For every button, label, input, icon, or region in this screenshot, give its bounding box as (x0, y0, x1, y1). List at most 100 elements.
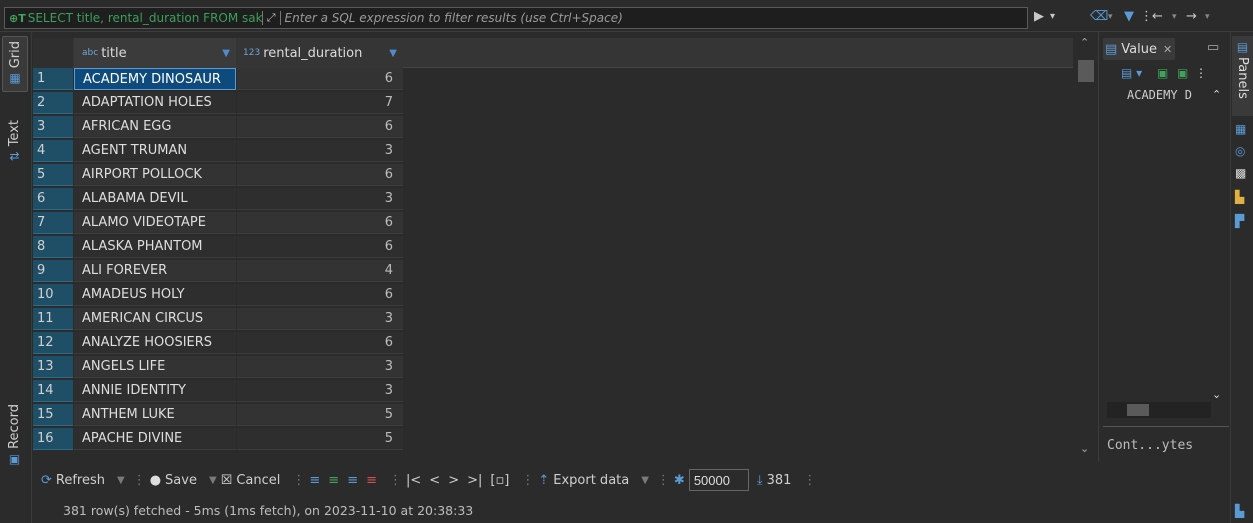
column-header-rental-duration[interactable]: 123 rental_duration ▼ (237, 38, 403, 68)
chevron-down-icon[interactable]: ▾ (1108, 12, 1113, 22)
title-cell[interactable]: AGENT TRUMAN (74, 140, 236, 162)
tab-record[interactable]: Record ▣ (7, 404, 22, 466)
row-number[interactable]: 4 (33, 140, 73, 162)
save-button[interactable]: ● Save (150, 473, 197, 488)
add-row-icon[interactable]: ≡ (328, 473, 339, 488)
panels-tab[interactable]: ▤ Panels (1232, 36, 1253, 116)
rental-duration-cell[interactable]: 5 (237, 404, 403, 426)
apply-filter-icon[interactable]: ▶ (1034, 9, 1044, 24)
title-cell[interactable]: ACADEMY DINOSAUR (74, 68, 236, 90)
properties-icon[interactable]: ▦ (1235, 122, 1246, 136)
filter-icon[interactable]: ▼ (1124, 9, 1134, 24)
row-count-button[interactable]: ⤓ 381 (757, 473, 792, 488)
rental-duration-cell[interactable]: 6 (237, 68, 403, 90)
row-number[interactable]: 11 (33, 308, 73, 330)
table-row[interactable]: 4 AGENT TRUMAN 3 (33, 140, 1073, 162)
title-cell[interactable]: ANGELS LIFE (74, 356, 236, 378)
row-number[interactable]: 2 (33, 92, 73, 114)
delete-row-icon[interactable]: ≡ (366, 473, 377, 488)
filter-input[interactable]: ⊕T SELECT title, rental_duration FROM sa… (4, 7, 1028, 29)
refresh-button[interactable]: ⟳ Refresh (41, 473, 105, 488)
export-data-button[interactable]: ⇡ Export data (538, 473, 629, 488)
table-row[interactable]: 3 AFRICAN EGG 6 (33, 116, 1073, 138)
title-cell[interactable]: ALI FOREVER (74, 260, 236, 282)
rental-duration-cell[interactable]: 6 (237, 332, 403, 354)
query-text[interactable]: SELECT title, rental_duration FROM sakil… (28, 11, 262, 25)
rental-duration-cell[interactable]: 3 (237, 308, 403, 330)
more-icon[interactable]: ⋮ (1195, 66, 1207, 80)
row-number[interactable]: 12 (33, 332, 73, 354)
settings-icon[interactable]: ✱ (674, 473, 685, 488)
previous-page-icon[interactable]: < (429, 473, 440, 488)
row-number[interactable]: 8 (33, 236, 73, 258)
minimize-icon[interactable]: ▭ (1207, 40, 1219, 55)
scrollbar-thumb[interactable] (1127, 404, 1149, 416)
vertical-scrollbar[interactable]: ⌃ ⌄ (1075, 32, 1095, 462)
title-cell[interactable]: AIRPORT POLLOCK (74, 164, 236, 186)
fetch-size-input[interactable] (688, 469, 749, 491)
row-number[interactable]: 3 (33, 116, 73, 138)
last-page-icon[interactable]: >| (467, 473, 482, 488)
rental-duration-cell[interactable]: 6 (237, 284, 403, 306)
expand-icon[interactable]: ⤢ (261, 11, 281, 25)
row-number[interactable]: 13 (33, 356, 73, 378)
row-number[interactable]: 1 (33, 68, 73, 90)
scroll-up-icon[interactable]: ⌃ (1080, 36, 1089, 49)
table-row[interactable]: 9 ALI FOREVER 4 (33, 260, 1073, 282)
row-number[interactable]: 10 (33, 284, 73, 306)
rental-duration-cell[interactable]: 6 (237, 212, 403, 234)
grouping-icon[interactable]: ▩ (1235, 166, 1246, 180)
edit-row-icon[interactable]: ≡ (309, 473, 320, 488)
table-row[interactable]: 5 AIRPORT POLLOCK 6 (33, 164, 1073, 186)
row-number[interactable]: 5 (33, 164, 73, 186)
cancel-button[interactable]: ☒ Cancel (221, 473, 281, 488)
rental-duration-cell[interactable]: 3 (237, 140, 403, 162)
scroll-down-icon[interactable]: ⌄ (1080, 442, 1089, 455)
chevron-down-icon[interactable]: ▾ (1172, 12, 1177, 22)
scroll-up-icon[interactable]: ⌃ (1212, 88, 1221, 101)
title-cell[interactable]: ANTHEM LUKE (74, 404, 236, 426)
first-page-icon[interactable]: |< (406, 473, 421, 488)
references-icon[interactable]: ▛ (1235, 214, 1244, 228)
table-row[interactable]: 2 ADAPTATION HOLES 7 (33, 92, 1073, 114)
column-header-title[interactable]: abc title ▼ (74, 38, 236, 68)
row-number[interactable]: 16 (33, 428, 73, 450)
title-cell[interactable]: ADAPTATION HOLES (74, 92, 236, 114)
scrollbar-thumb[interactable] (1078, 60, 1094, 82)
title-cell[interactable]: ALABAMA DEVIL (74, 188, 236, 210)
title-cell[interactable]: ALAMO VIDEOTAPE (74, 212, 236, 234)
horizontal-scrollbar[interactable] (1107, 402, 1211, 418)
metadata-icon[interactable]: ◎ (1235, 144, 1245, 158)
sort-icon[interactable]: ▼ (389, 48, 397, 59)
table-row[interactable]: 7 ALAMO VIDEOTAPE 6 (33, 212, 1073, 234)
rental-duration-cell[interactable]: 7 (237, 92, 403, 114)
title-cell[interactable]: AMERICAN CIRCUS (74, 308, 236, 330)
value-tab[interactable]: ▤ Value ✕ (1103, 38, 1175, 60)
rental-duration-cell[interactable]: 3 (237, 356, 403, 378)
table-row[interactable]: 13 ANGELS LIFE 3 (33, 356, 1073, 378)
title-cell[interactable]: ALASKA PHANTOM (74, 236, 236, 258)
save-to-file-icon[interactable]: ▣ (1157, 66, 1168, 80)
rental-duration-cell[interactable]: 6 (237, 116, 403, 138)
table-row[interactable]: 10 AMADEUS HOLY 6 (33, 284, 1073, 306)
title-cell[interactable]: ANALYZE HOOSIERS (74, 332, 236, 354)
table-row[interactable]: 1 ACADEMY DINOSAUR 6 (33, 68, 1073, 90)
refresh-dropdown-icon[interactable]: ▼ (117, 475, 125, 486)
title-cell[interactable]: AMADEUS HOLY (74, 284, 236, 306)
filter-history-icon[interactable]: ▾ (1050, 11, 1055, 22)
table-row[interactable]: 12 ANALYZE HOOSIERS 6 (33, 332, 1073, 354)
table-row[interactable]: 6 ALABAMA DEVIL 3 (33, 188, 1073, 210)
row-number[interactable]: 14 (33, 380, 73, 402)
row-number[interactable]: 6 (33, 188, 73, 210)
chevron-down-icon[interactable]: ▾ (1205, 12, 1210, 22)
sort-icon[interactable]: ▼ (222, 48, 230, 59)
title-cell[interactable]: ANNIE IDENTITY (74, 380, 236, 402)
content-viewer-icon[interactable]: ▤ ▾ (1121, 66, 1142, 80)
rental-duration-cell[interactable]: 3 (237, 380, 403, 402)
rental-duration-cell[interactable]: 4 (237, 260, 403, 282)
title-cell[interactable]: AFRICAN EGG (74, 116, 236, 138)
back-icon[interactable]: ← (1152, 9, 1163, 24)
table-row[interactable]: 11 AMERICAN CIRCUS 3 (33, 308, 1073, 330)
close-icon[interactable]: ✕ (1163, 43, 1172, 56)
clear-filter-icon[interactable]: ⌫ (1090, 9, 1108, 24)
